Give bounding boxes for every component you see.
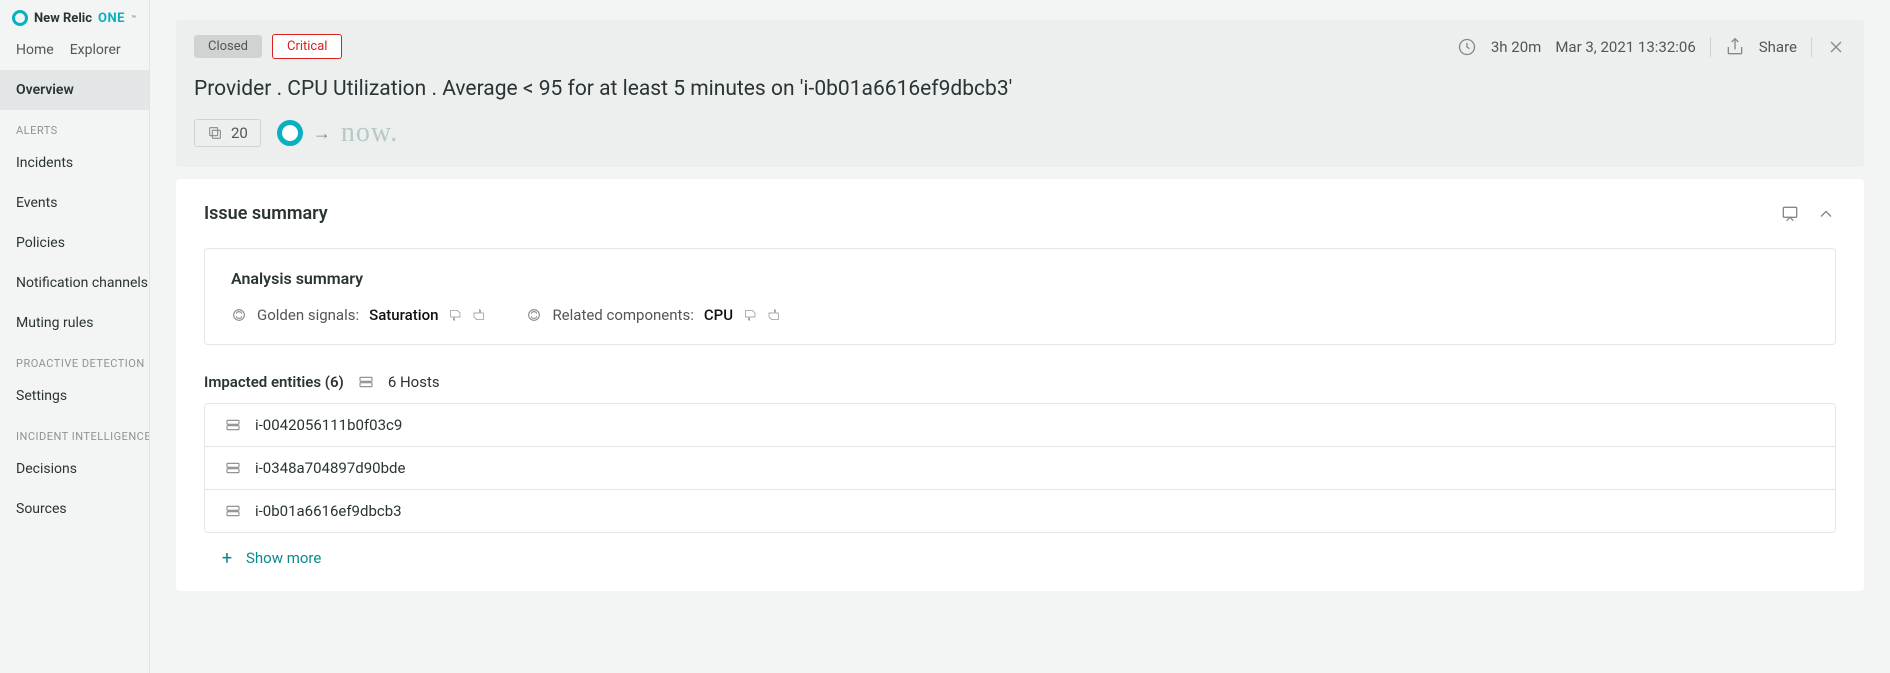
golden-signals-value: Saturation [369,306,438,324]
entity-row[interactable]: i-0b01a6616ef9dbcb3 [205,490,1835,532]
incident-title: Provider . CPU Utilization . Average < 9… [194,77,1846,101]
host-icon [358,374,374,390]
sidebar-item-decisions[interactable]: Decisions [0,449,149,489]
sidebar-item-incidents[interactable]: Incidents [0,143,149,183]
clock-icon [1457,37,1477,57]
analysis-summary-box: Analysis summary Golden signals: Saturat… [204,248,1836,345]
sidebar-item-overview[interactable]: Overview [0,70,149,110]
related-components-value: CPU [704,306,733,324]
entity-count: 20 [231,124,248,142]
newrelic-flow-icon [277,120,303,146]
entity-row[interactable]: i-0042056111b0f03c9 [205,404,1835,447]
issue-summary-section: Issue summary Analysis summary Golden si… [176,179,1864,591]
impacted-entities-header: Impacted entities (6) 6 Hosts [204,373,1836,391]
sidebar-item-sources[interactable]: Sources [0,489,149,529]
top-tabs: Home Explorer [0,34,149,70]
thumbs-up-icon[interactable] [470,307,486,323]
feedback-icon[interactable] [1780,204,1800,224]
collapse-icon[interactable] [1816,204,1836,224]
stack-icon [207,125,223,141]
incident-header: Closed Critical 3h 20m Mar 3, 2021 13:32… [176,20,1864,167]
issue-summary-title: Issue summary [204,203,328,224]
brand-text: New Relic [34,11,92,26]
show-more-label: Show more [246,549,321,567]
status-badge-critical: Critical [272,34,342,59]
integration-row: 20 → now. [194,117,1846,149]
hosts-count: 6 Hosts [388,373,440,391]
thumbs-down-icon[interactable] [448,307,464,323]
main-area: Closed Critical 3h 20m Mar 3, 2021 13:32… [150,0,1890,673]
entity-id: i-0348a704897d90bde [255,459,405,477]
sidebar-header-incident-intel: INCIDENT INTELLIGENCE [0,416,149,449]
status-badge-closed: Closed [194,35,262,58]
divider [1811,37,1812,57]
host-icon [225,417,241,433]
show-more-button[interactable]: + Show more [204,549,1836,567]
arrow-right-icon: → [313,123,331,144]
impacted-entities-title: Impacted entities (6) [204,373,344,391]
thumbs-up-icon[interactable] [765,307,781,323]
golden-signals-label: Golden signals: [257,306,359,324]
related-components-group: Related components: CPU [526,306,781,324]
sidebar-item-events[interactable]: Events [0,183,149,223]
brain-icon [231,307,247,323]
sidebar-item-settings[interactable]: Settings [0,376,149,416]
brand-logo: New Relic ONE ™ [0,0,149,34]
sidebar-item-policies[interactable]: Policies [0,223,149,263]
brain-icon [526,307,542,323]
timestamp-text: Mar 3, 2021 13:32:06 [1555,38,1695,56]
related-components-label: Related components: [552,306,693,324]
brand-one: ONE [98,11,125,26]
newrelic-logo-icon [12,10,28,26]
entity-id: i-0042056111b0f03c9 [255,416,402,434]
duration-text: 3h 20m [1491,38,1541,56]
tab-home[interactable]: Home [8,38,62,62]
servicenow-logo: now. [341,117,398,149]
sidebar: New Relic ONE ™ Home Explorer Overview A… [0,0,150,673]
entity-list: i-0042056111b0f03c9 i-0348a704897d90bde … [204,403,1836,533]
analysis-summary-title: Analysis summary [231,269,1809,288]
golden-signals-group: Golden signals: Saturation [231,306,486,324]
plus-icon: + [218,549,236,567]
entity-row[interactable]: i-0348a704897d90bde [205,447,1835,490]
close-icon[interactable] [1826,37,1846,57]
sidebar-item-muting[interactable]: Muting rules [0,303,149,343]
divider [1710,37,1711,57]
sidebar-header-alerts: ALERTS [0,110,149,143]
share-label[interactable]: Share [1759,38,1797,56]
brand-tm: ™ [131,14,136,23]
sidebar-item-notification[interactable]: Notification channels [0,263,149,303]
thumbs-down-icon[interactable] [743,307,759,323]
host-icon [225,503,241,519]
entity-id: i-0b01a6616ef9dbcb3 [255,502,402,520]
entity-count-pill[interactable]: 20 [194,119,261,147]
sidebar-header-proactive: PROACTIVE DETECTION [0,343,149,376]
host-icon [225,460,241,476]
tab-explorer[interactable]: Explorer [62,38,129,62]
share-icon[interactable] [1725,37,1745,57]
